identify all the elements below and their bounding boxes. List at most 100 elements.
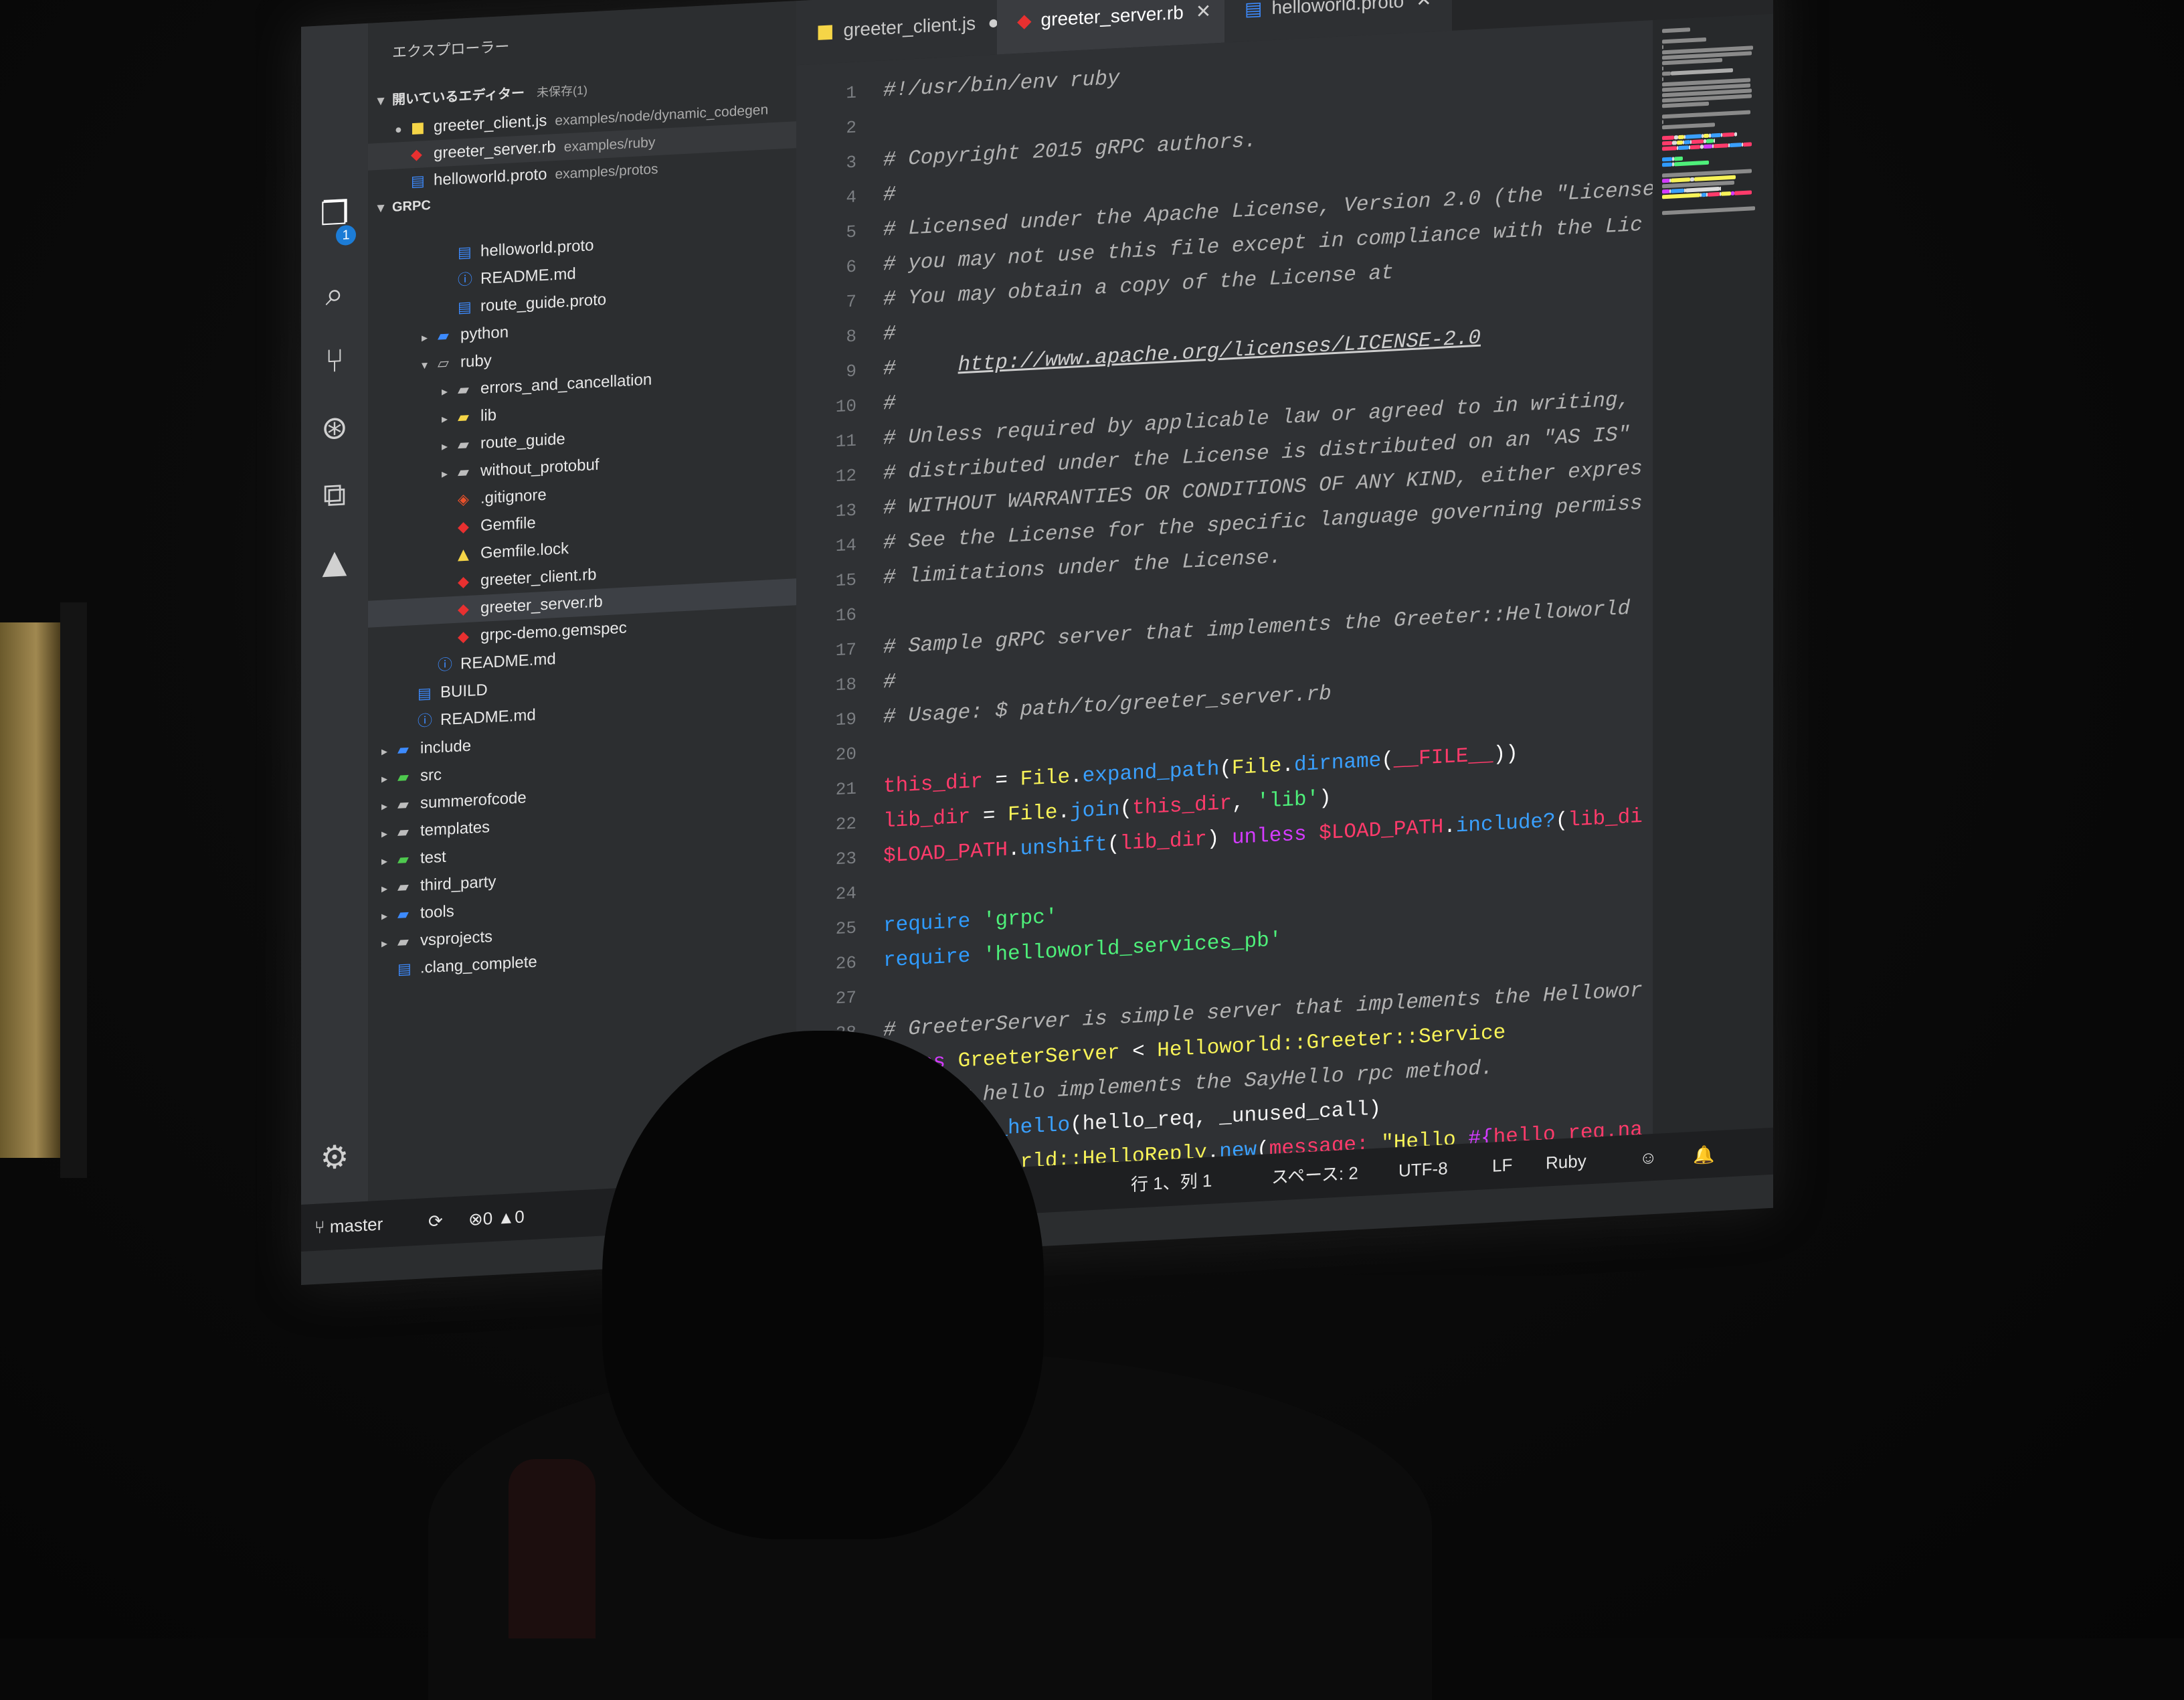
spacer	[422, 670, 438, 671]
line-number: 14	[796, 528, 856, 566]
file-tree-label: greeter_client.rb	[480, 566, 596, 590]
code-editor[interactable]: 1234567891011121314151617181920212223242…	[796, 20, 1653, 1179]
code-token: this_dir	[1132, 792, 1232, 821]
smiley-icon[interactable]: ☺	[1639, 1134, 1657, 1181]
file-tree-label: ruby	[460, 351, 492, 371]
minimap-stripe	[1690, 177, 1695, 181]
extensions-icon[interactable]: ⧉	[313, 473, 356, 517]
line-number: 2	[796, 110, 856, 149]
encoding[interactable]: UTF-8	[1398, 1144, 1448, 1194]
minimap-stripe	[1706, 139, 1714, 143]
source-control-icon[interactable]: ⑂	[313, 339, 356, 384]
branch-status[interactable]: ⑂ master	[314, 1201, 383, 1251]
project-name: GRPC	[392, 198, 431, 215]
warning-count: 0	[515, 1207, 524, 1227]
minimap-stripe	[1674, 157, 1683, 161]
line-number: 12	[796, 458, 856, 497]
minimap[interactable]	[1653, 14, 1773, 1134]
close-icon[interactable]: ✕	[1196, 1, 1211, 22]
code-token: <	[1119, 1039, 1157, 1065]
folder-icon: ▰	[458, 431, 480, 459]
code-line: # Usage: $ path/to/greeter_server.rb	[883, 677, 1332, 735]
minimap-stripe	[1671, 189, 1684, 193]
file-tree-label: summerofcode	[420, 788, 527, 812]
file-tree-label: README.md	[440, 706, 536, 729]
lock-file-icon: ▲	[458, 541, 480, 569]
bottle-silhouette	[509, 1459, 596, 1638]
minimap-stripe	[1662, 102, 1709, 108]
file-tree-label: grpc-demo.gemspec	[480, 618, 627, 644]
code-token: .	[1008, 838, 1020, 862]
search-icon[interactable]: ⌕	[313, 272, 356, 317]
minimap-stripe	[1674, 135, 1679, 139]
file-tree-label: tools	[420, 902, 454, 922]
code-token: lib_dir	[1119, 828, 1206, 856]
line-number: 17	[796, 632, 856, 671]
minimap-stripe	[1704, 144, 1712, 149]
problems-status[interactable]: ⊗0 ▲0	[468, 1193, 525, 1243]
code-line: #	[883, 177, 896, 213]
line-number: 3	[796, 145, 856, 183]
dirty-dot-icon	[395, 186, 411, 187]
proto-file-icon: ▤	[411, 168, 434, 196]
line-number: 19	[796, 702, 856, 740]
end-of-line[interactable]: LF	[1492, 1141, 1512, 1189]
line-number: 6	[796, 250, 856, 288]
azure-icon[interactable]: ▲	[313, 539, 356, 584]
line-number: 26	[796, 946, 856, 984]
code-line: #	[883, 317, 896, 352]
door-frame	[60, 602, 87, 1178]
cursor-position[interactable]: 行 1、列 1	[1131, 1157, 1212, 1208]
open-changes-icon[interactable]: ⇄	[1633, 0, 1666, 5]
minimap-stripe	[1671, 68, 1732, 76]
code-token: lib_di	[1568, 805, 1643, 833]
line-number: 4	[796, 180, 856, 218]
code-token: )	[1369, 1097, 1382, 1121]
sync-icon[interactable]: ⟳	[428, 1197, 443, 1245]
dirty-dot-icon	[395, 159, 411, 160]
ruby-file-icon: ◆	[458, 623, 480, 651]
minimap-stripe	[1662, 122, 1715, 129]
gear-icon[interactable]: ⚙	[313, 1135, 356, 1180]
file-tree-label: README.md	[480, 264, 576, 287]
line-number: 5	[796, 215, 856, 253]
minimap-stripe	[1671, 177, 1690, 182]
close-icon[interactable]: ✕	[1416, 0, 1431, 11]
code-token: .	[1057, 800, 1070, 825]
folder-icon: ▰	[397, 901, 420, 929]
file-tree-label: python	[460, 323, 509, 344]
debug-icon[interactable]: ⊛	[313, 406, 356, 450]
gem-file-icon: ◆	[458, 513, 480, 541]
minimap-stripe	[1686, 187, 1720, 193]
folder-icon: ▰	[397, 764, 420, 792]
bell-icon[interactable]: 🔔	[1693, 1130, 1714, 1179]
activity-bar: ❐ 1 ⌕ ⑂ ⊛ ⧉ ▲ ⚙	[301, 23, 368, 1205]
code-token: lib_dir	[883, 806, 970, 834]
minimap-stripe	[1743, 142, 1752, 147]
code-token: #	[883, 392, 896, 416]
folder-icon: ▰	[397, 791, 420, 819]
code-token: 'lib'	[1257, 787, 1319, 814]
indentation[interactable]: スペース: 2	[1271, 1149, 1358, 1201]
file-tree-label: .gitignore	[480, 486, 547, 507]
open-editors-label: 開いているエディター	[392, 86, 525, 107]
chevron-right-icon: ▸	[381, 819, 397, 847]
file-tree-label: BUILD	[440, 681, 488, 701]
minimap-stripe	[1662, 45, 1663, 49]
file-tree-label: helloworld.proto	[480, 236, 594, 260]
file-tree-label: .clang_complete	[420, 953, 537, 977]
code-line: #	[883, 665, 896, 700]
open-editors-header[interactable]: ▾開いているエディター未保存(1)	[377, 79, 587, 109]
project-header[interactable]: ▾GRPC	[377, 197, 431, 216]
chevron-right-icon: ▸	[381, 764, 397, 792]
language-mode[interactable]: Ruby	[1546, 1137, 1586, 1186]
minimap-stripe	[1714, 139, 1715, 143]
file-tree-label: without_protobuf	[480, 456, 599, 480]
split-editor-icon[interactable]: ◫	[1679, 0, 1713, 3]
chevron-down-icon: ▾	[422, 351, 438, 378]
code-token: include?	[1456, 810, 1556, 839]
tab-list: ■greeter_client.js●◆greeter_server.rb✕▤h…	[796, 0, 1773, 1]
chevron-right-icon: ▸	[442, 460, 458, 487]
ruby-file-icon: ◆	[1017, 9, 1032, 32]
minimap-stripe	[1662, 37, 1706, 44]
